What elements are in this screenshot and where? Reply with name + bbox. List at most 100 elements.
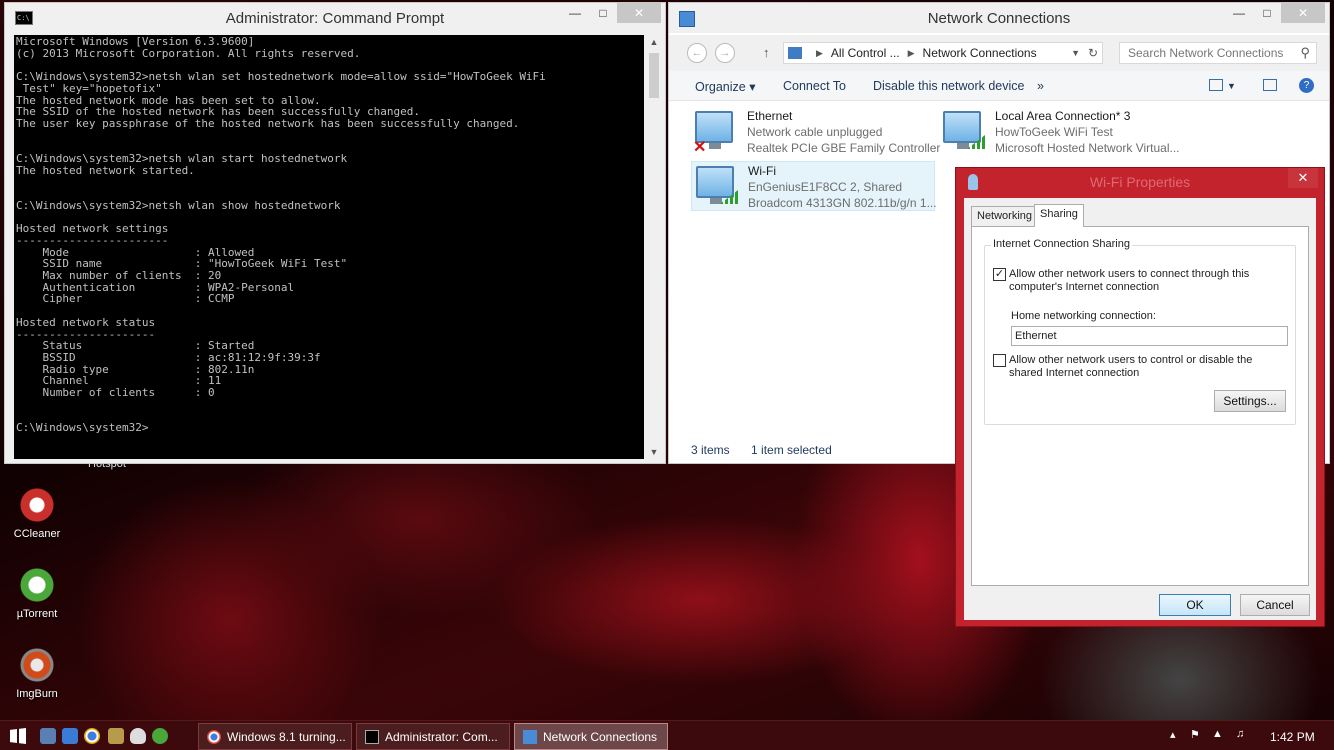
disable-device-button[interactable]: Disable this network device: [873, 79, 1024, 93]
search-icon[interactable]: ⚲: [1300, 45, 1310, 61]
organize-button[interactable]: Organize ▾: [695, 79, 755, 94]
preview-pane-icon[interactable]: [1263, 79, 1277, 91]
file-explorer-icon[interactable]: [40, 728, 56, 744]
breadcrumb[interactable]: ▶ All Control ... ▶ Network Connections …: [783, 42, 1103, 64]
console-line: (c) 2013 Microsoft Corporation. All righ…: [16, 46, 361, 60]
scroll-up-icon[interactable]: ▲: [646, 37, 662, 47]
maximize-button[interactable]: □: [1253, 3, 1281, 23]
app-pin-icon[interactable]: [108, 728, 124, 744]
scroll-down-icon[interactable]: ▼: [646, 447, 662, 457]
close-button[interactable]: ✕: [1281, 3, 1325, 23]
command-prompt-window[interactable]: C:\ Administrator: Command Prompt — □ ✕ …: [4, 2, 666, 464]
close-button[interactable]: ✕: [617, 3, 661, 23]
task-label: Administrator: Com...: [385, 730, 498, 744]
volume-icon[interactable]: ♫: [1236, 728, 1244, 740]
tab-networking[interactable]: Networking: [971, 206, 1039, 226]
connection-local-area-3[interactable]: Local Area Connection* 3 HowToGeek WiFi …: [939, 107, 1183, 157]
ics-group: Internet Connection Sharing ✓ Allow othe…: [984, 238, 1296, 425]
console-output[interactable]: Microsoft Windows [Version 6.3.9600] (c) …: [14, 35, 644, 459]
desktop-icon-label: ImgBurn: [16, 688, 58, 700]
change-view-icon[interactable]: [1209, 79, 1223, 91]
console-line: Cipher : CCMP: [16, 292, 235, 306]
taskbar: Windows 8.1 turning... Administrator: Co…: [0, 720, 1334, 750]
wifi-properties-dialog[interactable]: Wi-Fi Properties ✕ Networking Sharing In…: [955, 167, 1325, 627]
allow-connect-row[interactable]: ✓ Allow other network users to connect t…: [993, 268, 1259, 294]
task-network-connections[interactable]: Network Connections: [514, 723, 668, 750]
forward-arrow-icon[interactable]: →: [715, 43, 735, 63]
help-icon[interactable]: ?: [1299, 78, 1314, 93]
wifi-signal-icon[interactable]: ▲: [1212, 728, 1223, 740]
breadcrumb-item[interactable]: Network Connections: [923, 46, 1037, 60]
search-input[interactable]: Search Network Connections ⚲: [1119, 42, 1317, 64]
chrome-pin-icon[interactable]: [84, 728, 100, 744]
allow-connect-checkbox[interactable]: ✓: [993, 268, 1006, 281]
network-adapter-icon: [943, 111, 981, 149]
cmd-titlebar[interactable]: C:\ Administrator: Command Prompt — □ ✕: [5, 3, 665, 33]
action-center-icon[interactable]: ⚑: [1190, 728, 1200, 741]
maximize-button[interactable]: □: [589, 3, 617, 23]
breadcrumb-item[interactable]: All Control ...: [831, 46, 900, 60]
tab-sharing[interactable]: Sharing: [1034, 204, 1084, 227]
netconn-window-controls: — □ ✕: [1225, 3, 1325, 23]
alien-pin-icon[interactable]: [130, 728, 146, 744]
network-connections-icon: [523, 730, 537, 744]
cmd-scrollbar[interactable]: ▲ ▼: [646, 35, 662, 459]
connect-to-button[interactable]: Connect To: [783, 79, 846, 93]
more-commands-button[interactable]: »: [1037, 79, 1044, 93]
status-bar: 3 items 1 item selected: [691, 443, 850, 457]
netconn-titlebar[interactable]: Network Connections — □ ✕: [669, 3, 1329, 33]
clock[interactable]: 1:42 PM: [1270, 730, 1315, 744]
connection-status: Network cable unplugged: [747, 125, 883, 139]
connection-ethernet[interactable]: ✕ Ethernet Network cable unplugged Realt…: [691, 107, 940, 157]
chevron-right-icon[interactable]: ▶: [908, 48, 915, 59]
console-line: C:\Windows\system32>netsh wlan start hos…: [16, 152, 348, 166]
connection-wifi[interactable]: Wi-Fi EnGeniusE1F8CC 2, Shared Broadcom …: [691, 161, 937, 211]
cancel-button[interactable]: Cancel: [1240, 594, 1310, 616]
chevron-down-icon[interactable]: ▼: [1227, 81, 1236, 91]
connection-name: Local Area Connection* 3: [995, 109, 1131, 123]
connection-device: Broadcom 4313GN 802.11b/g/n 1...: [748, 196, 937, 210]
close-button[interactable]: ✕: [1288, 168, 1318, 188]
connection-status: EnGeniusE1F8CC 2, Shared: [748, 180, 903, 194]
connection-name: Wi-Fi: [748, 164, 776, 178]
cmd-window-controls: — □ ✕: [561, 3, 661, 23]
search-placeholder: Search Network Connections: [1128, 46, 1284, 60]
settings-button[interactable]: Settings...: [1214, 390, 1286, 412]
windows-start-icon[interactable]: [10, 728, 26, 744]
ok-button[interactable]: OK: [1159, 594, 1231, 616]
task-chrome[interactable]: Windows 8.1 turning...: [198, 723, 352, 750]
chrome-icon: [207, 730, 221, 744]
utorrent-icon: [20, 568, 54, 602]
console-line: The user key passphrase of the hosted ne…: [16, 116, 520, 130]
selected-count: 1 item selected: [751, 443, 832, 457]
group-label: Internet Connection Sharing: [991, 238, 1132, 250]
console-line: Number of clients : 0: [16, 386, 215, 400]
allow-control-checkbox[interactable]: [993, 354, 1006, 367]
ie-icon[interactable]: [62, 728, 78, 744]
task-cmd[interactable]: Administrator: Com...: [356, 723, 510, 750]
allow-control-row[interactable]: Allow other network users to control or …: [993, 354, 1259, 380]
home-networking-field[interactable]: Ethernet: [1011, 326, 1288, 346]
connection-device: Realtek PCIe GBE Family Controller: [747, 141, 941, 155]
scroll-thumb[interactable]: [649, 53, 659, 98]
desktop-icon-imgburn[interactable]: ImgBurn: [8, 648, 66, 700]
up-arrow-icon[interactable]: ↑: [763, 45, 770, 60]
imgburn-icon: [20, 648, 54, 682]
console-line: The hosted network started.: [16, 163, 195, 177]
chevron-right-icon[interactable]: ▶: [816, 48, 823, 59]
utorrent-pin-icon[interactable]: [152, 728, 168, 744]
show-hidden-icons-button[interactable]: ▴: [1170, 728, 1176, 741]
desktop-icon-utorrent[interactable]: µTorrent: [8, 568, 66, 620]
refresh-icon[interactable]: ↻: [1088, 46, 1098, 60]
back-arrow-icon[interactable]: ←: [687, 43, 707, 63]
minimize-button[interactable]: —: [561, 3, 589, 23]
minimize-button[interactable]: —: [1225, 3, 1253, 23]
console-line: C:\Windows\system32>netsh wlan show host…: [16, 198, 341, 212]
sharing-panel: Internet Connection Sharing ✓ Allow othe…: [971, 226, 1309, 586]
ccleaner-icon: [20, 488, 54, 522]
home-networking-label: Home networking connection:: [1011, 310, 1156, 322]
desktop-icon-ccleaner[interactable]: CCleaner: [8, 488, 66, 540]
cmd-icon: [365, 730, 379, 744]
chevron-down-icon[interactable]: ▼: [1071, 48, 1080, 58]
